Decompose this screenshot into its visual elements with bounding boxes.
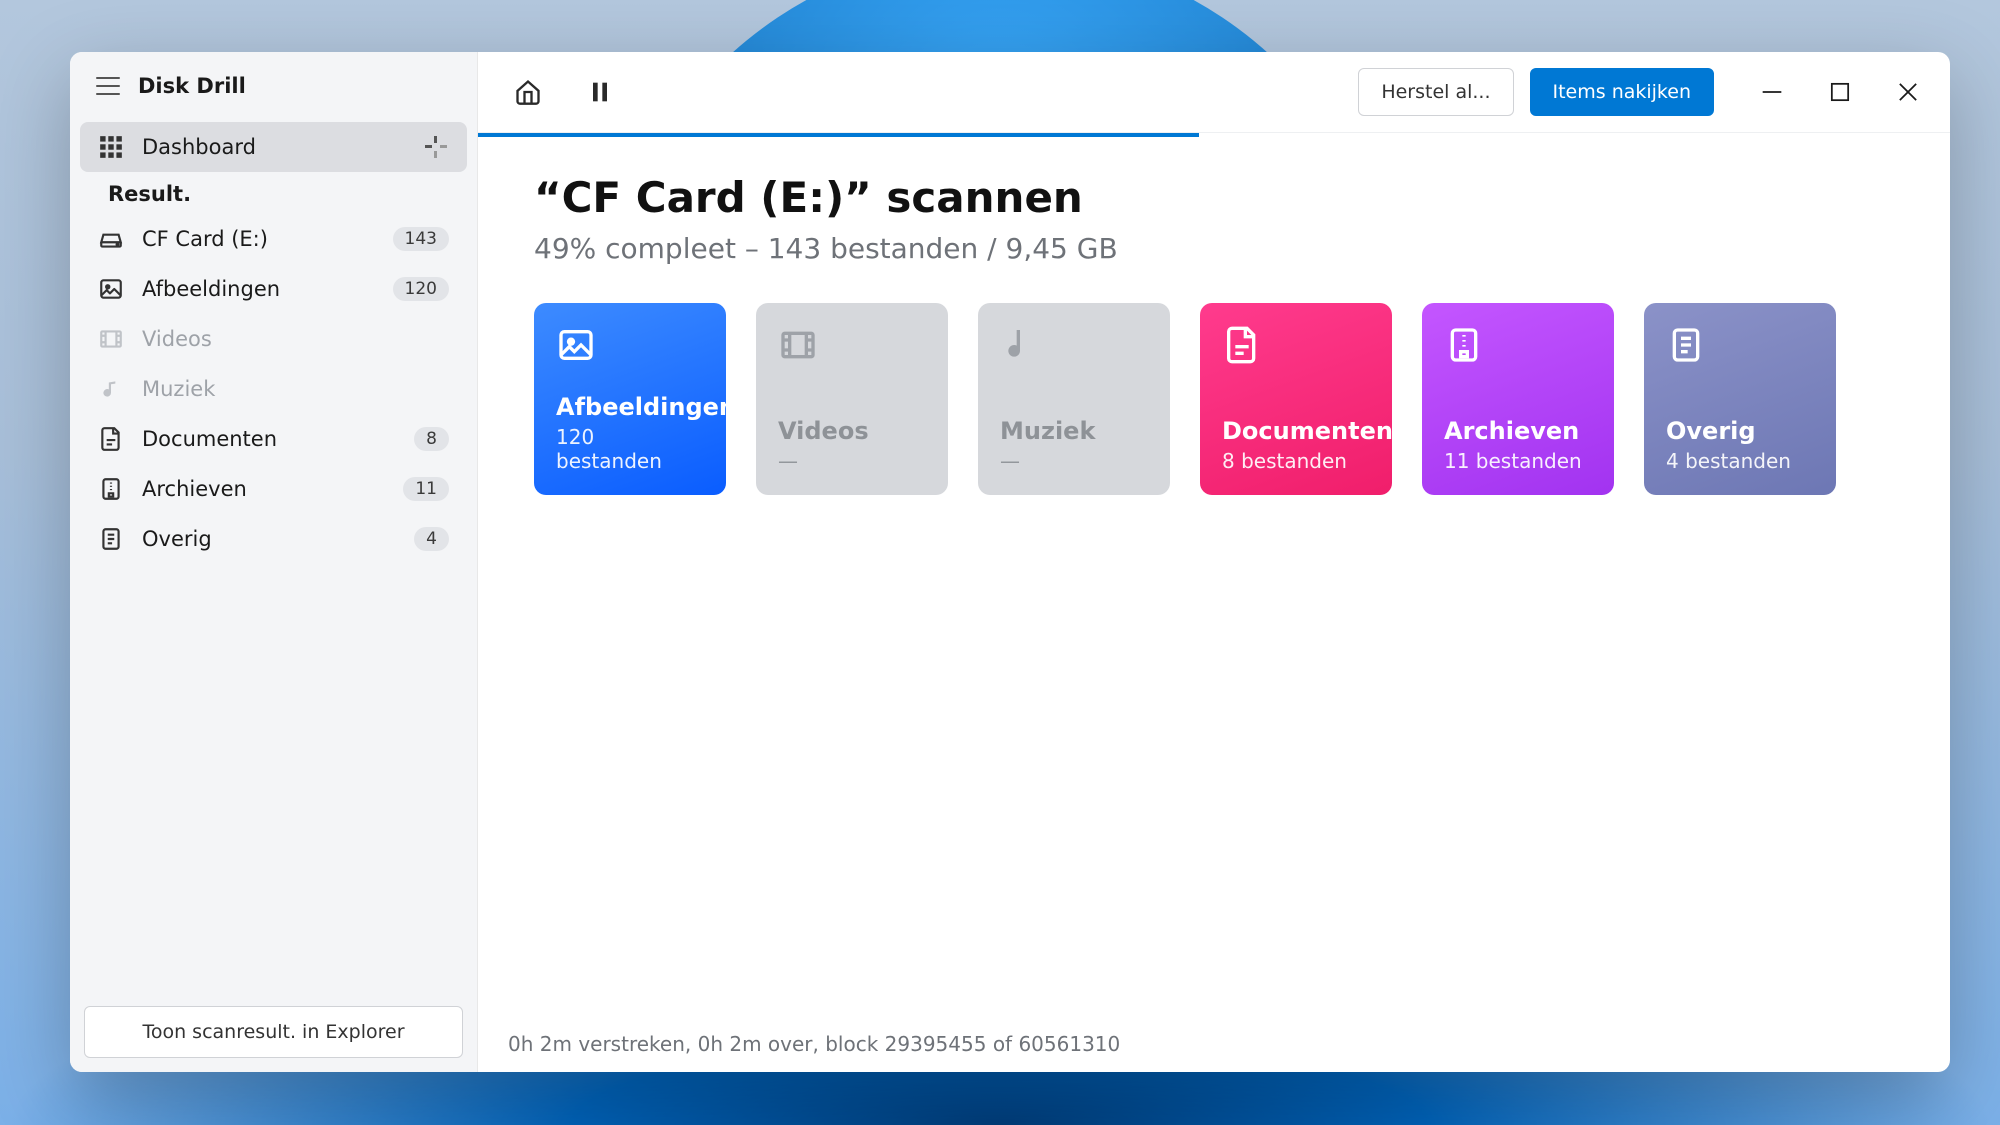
category-cards: Afbeeldingen 120 bestanden Videos — Muzi… xyxy=(534,303,1894,495)
card-sub: 8 bestanden xyxy=(1222,449,1370,473)
content: “CF Card (E:)” scannen 49% compleet – 14… xyxy=(478,137,1950,1016)
home-icon[interactable] xyxy=(514,78,542,106)
nav-documents[interactable]: Documenten 8 xyxy=(80,414,467,464)
sidebar: Disk Drill Dashboard Result. CF Card (E:… xyxy=(70,52,478,1072)
card-sub: 120 bestanden xyxy=(556,425,704,473)
card-videos: Videos — xyxy=(756,303,948,495)
nav-other[interactable]: Overig 4 xyxy=(80,514,467,564)
nav-music[interactable]: Muziek xyxy=(80,364,467,414)
nav-videos[interactable]: Videos xyxy=(80,314,467,364)
progress-bar xyxy=(478,133,1950,137)
show-in-explorer-button[interactable]: Toon scanresult. in Explorer xyxy=(84,1006,463,1058)
count-badge: 143 xyxy=(393,227,449,251)
card-archives[interactable]: Archieven 11 bestanden xyxy=(1422,303,1614,495)
nav-archives[interactable]: Archieven 11 xyxy=(80,464,467,514)
document-icon xyxy=(1222,325,1262,365)
count-badge: 120 xyxy=(393,277,449,301)
sidebar-footer: Toon scanresult. in Explorer xyxy=(70,992,477,1072)
status-bar: 0h 2m verstreken, 0h 2m over, block 2939… xyxy=(478,1016,1950,1072)
card-title: Muziek xyxy=(1000,417,1148,445)
music-icon xyxy=(1000,325,1040,365)
card-title: Afbeeldingen xyxy=(556,393,704,421)
card-sub: 4 bestanden xyxy=(1666,449,1814,473)
progress-fill xyxy=(478,133,1199,137)
card-music: Muziek — xyxy=(978,303,1170,495)
card-images[interactable]: Afbeeldingen 120 bestanden xyxy=(534,303,726,495)
card-documents[interactable]: Documenten 8 bestanden xyxy=(1200,303,1392,495)
nav-label: Muziek xyxy=(142,377,449,401)
nav-label: Archieven xyxy=(142,477,385,501)
count-badge: 8 xyxy=(414,427,449,451)
nav-images[interactable]: Afbeeldingen 120 xyxy=(80,264,467,314)
file-icon xyxy=(1666,325,1706,365)
grid-icon xyxy=(98,134,124,160)
archive-icon xyxy=(1444,325,1484,365)
nav-cf-card[interactable]: CF Card (E:) 143 xyxy=(80,214,467,264)
disk-icon xyxy=(98,226,124,252)
toolbar: Herstel al... Items nakijken xyxy=(478,52,1950,133)
image-icon xyxy=(98,276,124,302)
music-icon xyxy=(98,376,124,402)
video-icon xyxy=(778,325,818,365)
card-sub: 11 bestanden xyxy=(1444,449,1592,473)
nav-dashboard[interactable]: Dashboard xyxy=(80,122,467,172)
card-title: Videos xyxy=(778,417,926,445)
nav-label: CF Card (E:) xyxy=(142,227,375,251)
card-sub: — xyxy=(1000,449,1148,473)
card-other[interactable]: Overig 4 bestanden xyxy=(1644,303,1836,495)
nav-label: Afbeeldingen xyxy=(142,277,375,301)
window-controls xyxy=(1758,78,1922,106)
loading-icon xyxy=(423,134,449,160)
page-subtitle: 49% compleet – 143 bestanden / 9,45 GB xyxy=(534,232,1894,265)
app-window: Disk Drill Dashboard Result. CF Card (E:… xyxy=(70,52,1950,1072)
toolbar-left xyxy=(514,78,614,106)
restore-all-button[interactable]: Herstel al... xyxy=(1358,68,1513,116)
section-title: Result. xyxy=(80,172,467,214)
main: Herstel al... Items nakijken “CF Card (E… xyxy=(478,52,1950,1072)
app-title: Disk Drill xyxy=(138,74,246,98)
minimize-icon[interactable] xyxy=(1758,78,1786,106)
menu-icon[interactable] xyxy=(96,77,120,95)
nav-label: Dashboard xyxy=(142,135,405,159)
pause-icon[interactable] xyxy=(586,78,614,106)
nav-label: Documenten xyxy=(142,427,396,451)
nav-list: Dashboard Result. CF Card (E:) 143 Afbee… xyxy=(70,116,477,992)
count-badge: 4 xyxy=(414,527,449,551)
card-title: Documenten xyxy=(1222,417,1370,445)
sidebar-header: Disk Drill xyxy=(70,52,477,116)
video-icon xyxy=(98,326,124,352)
nav-label: Overig xyxy=(142,527,396,551)
close-icon[interactable] xyxy=(1894,78,1922,106)
card-title: Archieven xyxy=(1444,417,1592,445)
card-title: Overig xyxy=(1666,417,1814,445)
maximize-icon[interactable] xyxy=(1826,78,1854,106)
review-items-button[interactable]: Items nakijken xyxy=(1530,68,1715,116)
count-badge: 11 xyxy=(403,477,449,501)
card-sub: — xyxy=(778,449,926,473)
file-icon xyxy=(98,526,124,552)
page-title: “CF Card (E:)” scannen xyxy=(534,173,1894,222)
document-icon xyxy=(98,426,124,452)
toolbar-right: Herstel al... Items nakijken xyxy=(1358,68,1922,116)
archive-icon xyxy=(98,476,124,502)
image-icon xyxy=(556,325,596,365)
nav-label: Videos xyxy=(142,327,449,351)
